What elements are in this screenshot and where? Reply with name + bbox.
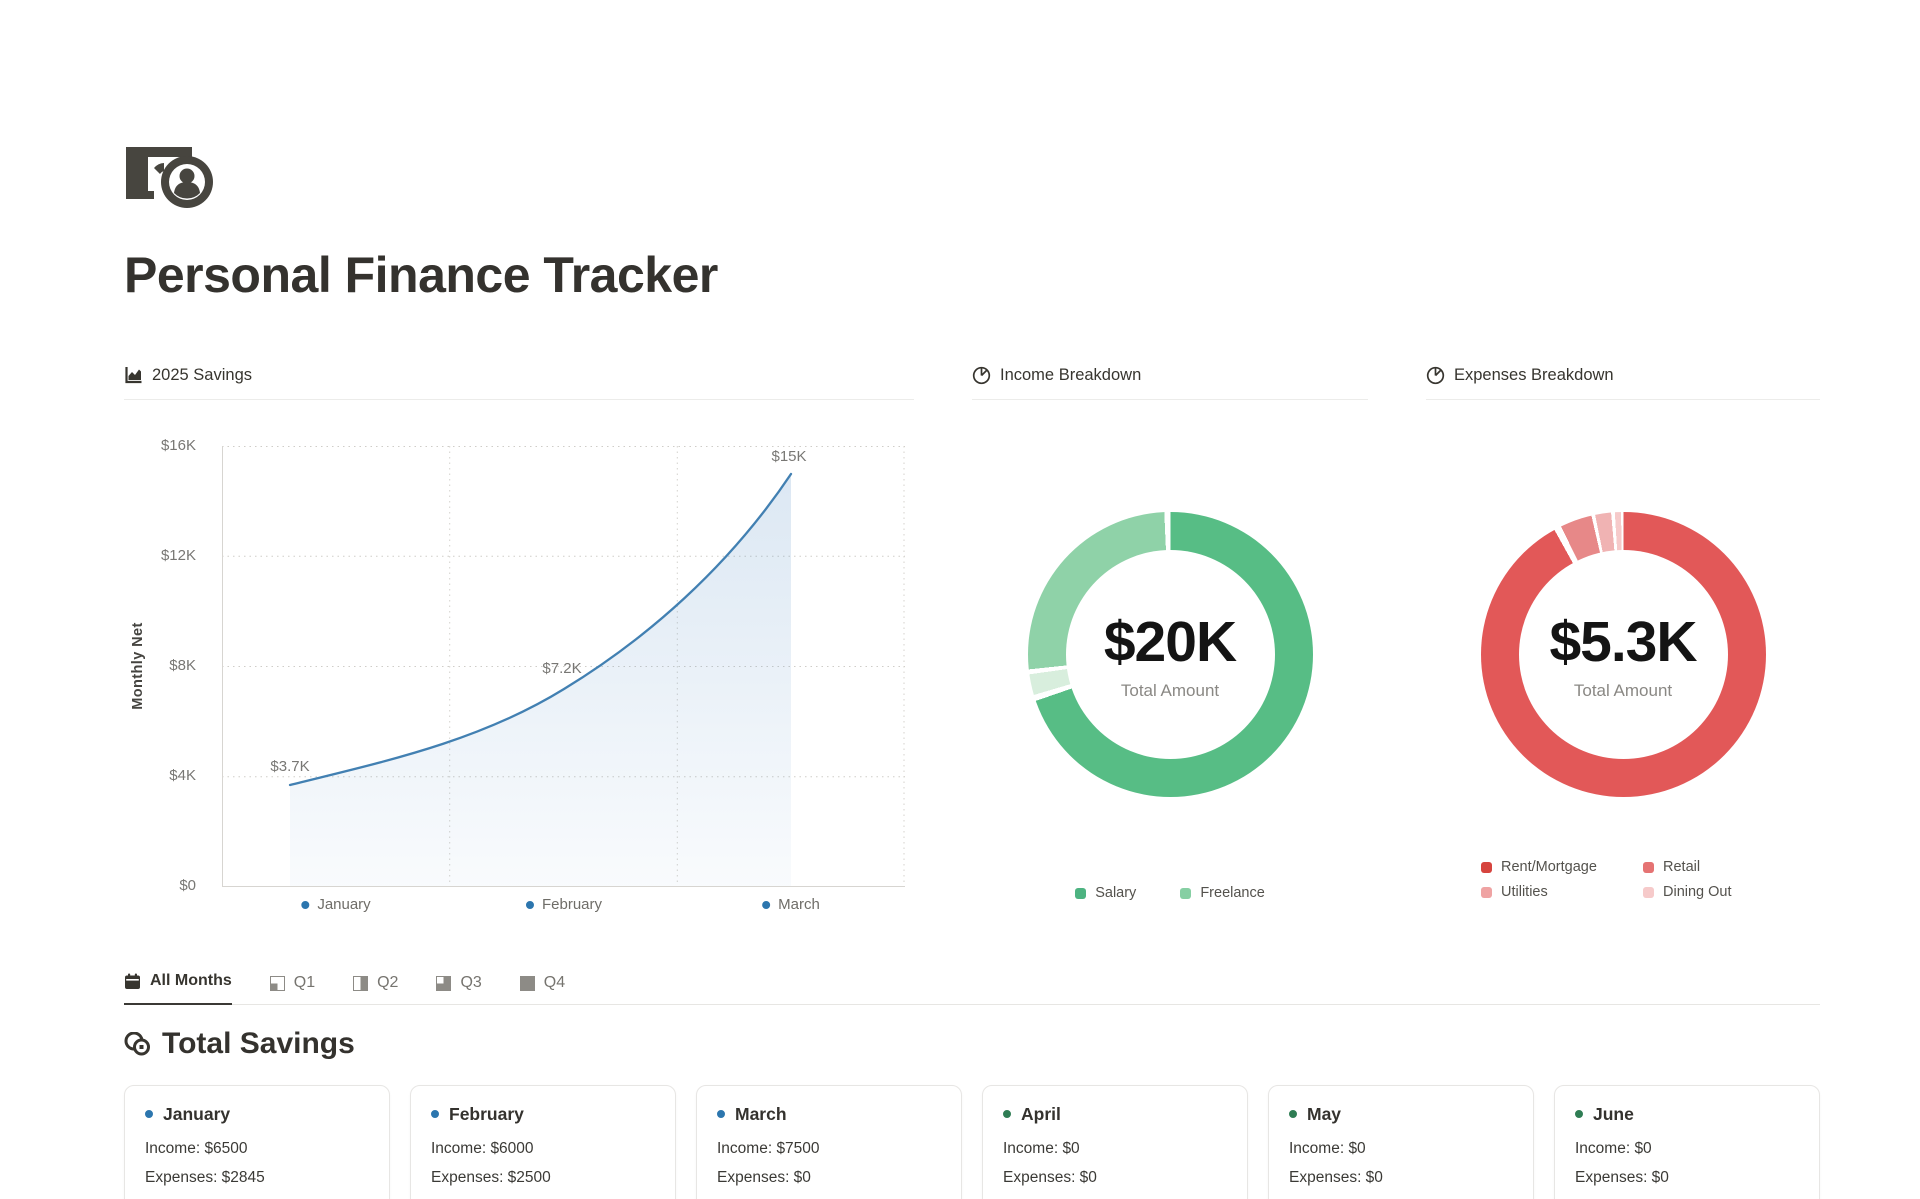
quarter-4-icon (520, 976, 535, 991)
retail-swatch-icon (1643, 862, 1654, 873)
savings-header: 2025 Savings (124, 366, 914, 400)
savings-title: 2025 Savings (152, 366, 252, 385)
card-march: March Income: $7500 Expenses: $0 Net: $7… (696, 1085, 962, 1199)
expenses-title: Expenses Breakdown (1454, 366, 1614, 385)
income-donut-center: $20K Total Amount (1028, 512, 1313, 797)
point-label-february: $7.2K (542, 660, 581, 677)
calendar-icon (124, 973, 141, 990)
x-label-march: March (762, 896, 820, 913)
x-label-february: February (526, 896, 602, 913)
point-label-march: $15K (771, 448, 806, 465)
x-label-january: January (301, 896, 370, 913)
quarter-1-icon (270, 976, 285, 991)
y-tick: $16K (161, 437, 196, 454)
income-header: Income Breakdown (972, 366, 1368, 400)
month-name: June (1593, 1104, 1634, 1125)
income-line: Income: $0 (1575, 1139, 1799, 1159)
card-february: February Income: $6000 Expenses: $2500 N… (410, 1085, 676, 1199)
month-marker-icon (431, 1110, 439, 1118)
income-title: Income Breakdown (1000, 366, 1141, 385)
expenses-line: Expenses: $0 (1575, 1168, 1799, 1188)
month-name: April (1021, 1104, 1061, 1125)
expenses-line: Expenses: $2845 (145, 1168, 369, 1188)
y-tick: $0 (179, 877, 196, 894)
income-section: Income Breakdown $20K Total Amount Salar… (972, 366, 1368, 922)
legend-item-retail: Retail (1643, 859, 1765, 875)
legend-item-utilities: Utilities (1481, 884, 1643, 900)
rent-swatch-icon (1481, 862, 1492, 873)
expenses-donut-chart: $5.3K Total Amount (1481, 512, 1766, 797)
money-coin-icon (124, 140, 228, 210)
dining-swatch-icon (1643, 887, 1654, 898)
y-axis-ticks: $16K $12K $8K $4K $0 (124, 446, 208, 887)
expenses-section: Expenses Breakdown $5.3K Total Amount Re… (1426, 366, 1820, 922)
card-january: January Income: $6500 Expenses: $2845 Ne… (124, 1085, 390, 1199)
month-name: May (1307, 1104, 1341, 1125)
total-savings-title: Total Savings (162, 1027, 355, 1061)
legend-item-freelance: Freelance (1180, 885, 1264, 901)
savings-chart: Monthly Net $16K $12K $8K $4K $0 (124, 400, 914, 922)
tab-q1[interactable]: Q1 (270, 974, 315, 1005)
month-marker-icon (145, 1110, 153, 1118)
month-name: February (449, 1104, 524, 1125)
tab-q4[interactable]: Q4 (520, 974, 565, 1005)
expenses-total-label: Total Amount (1574, 681, 1672, 701)
tab-q2[interactable]: Q2 (353, 974, 398, 1005)
income-line: Income: $6000 (431, 1139, 655, 1159)
expenses-header: Expenses Breakdown (1426, 366, 1820, 400)
quarter-2-icon (353, 976, 368, 991)
month-marker-icon (1575, 1110, 1583, 1118)
coins-icon (124, 1032, 151, 1056)
expenses-legend: Rent/Mortgage Retail Utilities Dining Ou… (1426, 859, 1820, 900)
legend-item-salary: Salary (1075, 885, 1136, 901)
month-cards: January Income: $6500 Expenses: $2845 Ne… (124, 1085, 1820, 1199)
expenses-line: Expenses: $2500 (431, 1168, 655, 1188)
series-marker-icon (526, 901, 534, 909)
legend-item-dining: Dining Out (1643, 884, 1765, 900)
page-title: Personal Finance Tracker (124, 246, 1820, 304)
income-total: $20K (1104, 609, 1236, 675)
tab-all-months[interactable]: All Months (124, 972, 232, 1005)
expenses-total: $5.3K (1549, 609, 1696, 675)
card-april: April Income: $0 Expenses: $0 Net: $0 (982, 1085, 1248, 1199)
savings-section: 2025 Savings Monthly Net $16K $12K $8K $… (124, 366, 914, 922)
y-tick: $4K (169, 767, 196, 784)
pie-chart-icon (1426, 366, 1445, 385)
income-legend: Salary Freelance (972, 885, 1368, 901)
expenses-line: Expenses: $0 (717, 1168, 941, 1188)
area-chart-icon (124, 366, 143, 385)
month-marker-icon (1003, 1110, 1011, 1118)
freelance-swatch-icon (1180, 888, 1191, 899)
expenses-donut-center: $5.3K Total Amount (1481, 512, 1766, 797)
charts-row: 2025 Savings Monthly Net $16K $12K $8K $… (124, 366, 1820, 922)
total-savings-header: Total Savings (124, 1027, 1820, 1061)
utilities-swatch-icon (1481, 887, 1492, 898)
pie-chart-icon (972, 366, 991, 385)
income-line: Income: $6500 (145, 1139, 369, 1159)
income-line: Income: $0 (1289, 1139, 1513, 1159)
quarter-3-icon (436, 976, 451, 991)
series-marker-icon (301, 901, 309, 909)
legend-item-rent: Rent/Mortgage (1481, 859, 1643, 875)
expenses-line: Expenses: $0 (1289, 1168, 1513, 1188)
income-total-label: Total Amount (1121, 681, 1219, 701)
income-line: Income: $7500 (717, 1139, 941, 1159)
point-label-january: $3.7K (270, 758, 309, 775)
month-name: January (163, 1104, 230, 1125)
page: Personal Finance Tracker 2025 Savings Mo… (0, 0, 1920, 1199)
y-tick: $12K (161, 547, 196, 564)
card-may: May Income: $0 Expenses: $0 Net: $0 (1268, 1085, 1534, 1199)
month-marker-icon (1289, 1110, 1297, 1118)
month-marker-icon (717, 1110, 725, 1118)
salary-swatch-icon (1075, 888, 1086, 899)
series-marker-icon (762, 901, 770, 909)
tab-q3[interactable]: Q3 (436, 974, 481, 1005)
month-name: March (735, 1104, 787, 1125)
expenses-line: Expenses: $0 (1003, 1168, 1227, 1188)
income-line: Income: $0 (1003, 1139, 1227, 1159)
card-june: June Income: $0 Expenses: $0 Net: $0 (1554, 1085, 1820, 1199)
period-tabs: All Months Q1 Q2 Q3 Q4 (124, 972, 1820, 1005)
y-tick: $8K (169, 657, 196, 674)
income-donut-chart: $20K Total Amount (1028, 512, 1313, 797)
